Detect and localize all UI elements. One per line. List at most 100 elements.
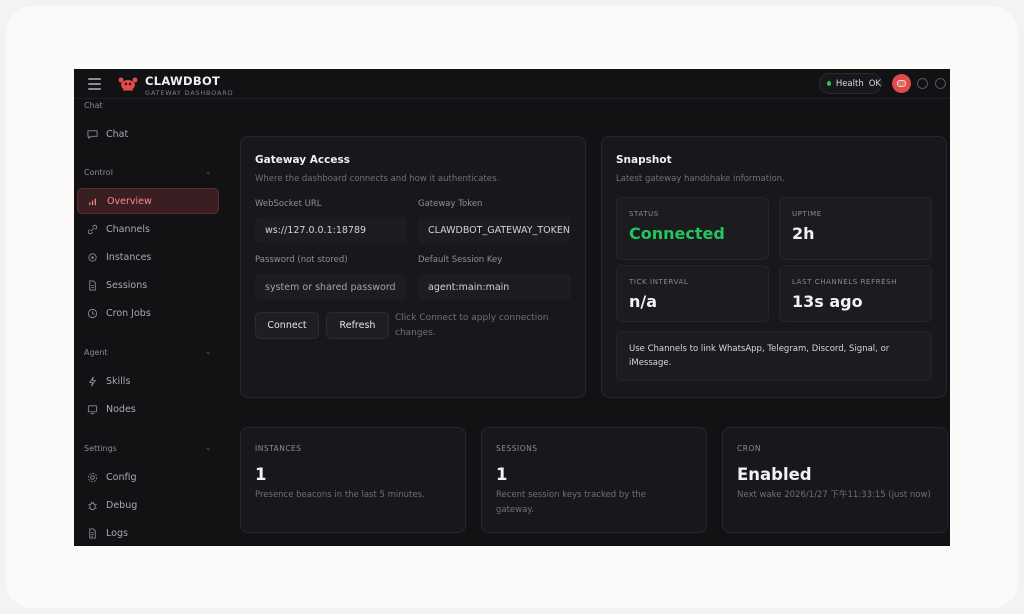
channels-refresh-value: 13s ago [792,292,863,311]
sidebar-item-overview[interactable]: Overview [77,188,219,214]
app-window: CLAWDBOT GATEWAY DASHBOARD Health OK Cha… [74,69,950,546]
channels-note: Use Channels to link WhatsApp, Telegram,… [616,331,932,381]
chevron-down-icon[interactable]: ⌄ [205,347,212,356]
tick-interval-card: TICK INTERVAL n/a [616,265,769,322]
radio-icon [88,252,97,262]
status-value: Connected [629,224,725,243]
sidebar-item-channels[interactable]: Channels [77,216,219,242]
menu-icon[interactable] [88,78,101,90]
connect-button[interactable]: Connect [255,312,319,339]
websocket-url-input[interactable]: ws://127.0.0.1:18789 [255,217,407,243]
sessions-card: SESSIONS 1 Recent session keys tracked b… [481,427,707,533]
stat-label: TICK INTERVAL [629,278,689,286]
crab-logo-icon [118,77,138,91]
metric-label: CRON [737,444,761,453]
sidebar-item-label: Config [106,471,137,483]
sidebar-item-label: Instances [106,251,152,263]
sidebar-item-label: Logs [106,527,128,539]
gateway-access-panel: Gateway Access Where the dashboard conne… [240,136,586,398]
monitor-icon [87,404,98,414]
link-icon [87,224,98,234]
metric-value: 1 [496,465,508,484]
sidebar-item-label: Overview [107,195,152,207]
password-input[interactable]: system or shared password [255,274,407,300]
sidebar-item-cron-jobs[interactable]: Cron Jobs [77,300,219,326]
stat-label: STATUS [629,210,659,218]
chat-bubble-icon [87,129,98,139]
metric-description: Presence beacons in the last 5 minutes. [255,490,425,500]
bug-icon [88,501,97,510]
sidebar-item-skills[interactable]: Skills [77,368,219,394]
sidebar-item-debug[interactable]: Debug [77,492,219,518]
refresh-icon[interactable] [935,78,946,89]
app-title: CLAWDBOT [145,74,221,88]
stat-label: UPTIME [792,210,822,218]
health-value: OK [868,78,881,89]
stat-label: LAST CHANNELS REFRESH [792,278,898,286]
cron-card: CRON Enabled Next wake 2026/1/27 下午11:33… [722,427,948,533]
sidebar-item-label: Cron Jobs [106,307,151,319]
bar-chart-icon [89,198,96,205]
instances-card: INSTANCES 1 Presence beacons in the last… [240,427,466,533]
snapshot-panel: Snapshot Latest gateway handshake inform… [601,136,947,398]
sidebar-item-label: Sessions [106,279,148,291]
gear-icon [87,472,98,482]
main-content: Gateway Access Where the dashboard conne… [226,99,950,546]
sidebar-group-settings: Settings [84,444,117,453]
screenshot-frame: CLAWDBOT GATEWAY DASHBOARD Health OK Cha… [0,0,1024,614]
metric-label: INSTANCES [255,444,302,453]
status-card: STATUS Connected [616,197,769,260]
uptime-value: 2h [792,224,815,243]
metric-value: 1 [255,465,267,484]
gateway-token-input[interactable]: CLAWDBOT_GATEWAY_TOKEN [418,217,571,243]
channels-refresh-card: LAST CHANNELS REFRESH 13s ago [779,265,932,322]
sidebar-group-control: Control [84,168,113,177]
health-label: Health [835,78,864,89]
gateway-token-label: Gateway Token [418,199,483,209]
metric-value: Enabled [737,465,812,484]
file-text-icon [89,527,96,539]
sidebar-item-logs[interactable]: Logs [77,520,219,546]
panel-subtitle: Where the dashboard connects and how it … [255,174,500,184]
sidebar-group-agent: Agent [84,348,108,357]
session-key-input[interactable]: agent:main:main [418,274,571,300]
theme-icon[interactable] [917,78,928,89]
sidebar-item-config[interactable]: Config [77,464,219,490]
metric-description: Recent session keys tracked by the gatew… [496,490,646,515]
document-icon [89,279,96,291]
sidebar-item-label: Chat [106,128,129,140]
app-subtitle: GATEWAY DASHBOARD [145,89,234,97]
panel-title: Gateway Access [255,154,351,166]
sidebar-group-chat: Chat [84,101,103,110]
websocket-url-label: WebSocket URL [255,199,322,209]
panel-title: Snapshot [616,154,672,166]
avatar-icon [897,80,906,87]
password-label: Password (not stored) [255,255,348,265]
uptime-card: UPTIME 2h [779,197,932,260]
sidebar-item-nodes[interactable]: Nodes [77,396,219,422]
panel-subtitle: Latest gateway handshake information. [616,174,785,184]
refresh-button[interactable]: Refresh [326,312,389,339]
topbar: CLAWDBOT GATEWAY DASHBOARD Health OK [74,69,950,99]
sidebar-item-label: Debug [106,499,138,511]
sidebar: Chat Chat Control ⌄ Overview Channels In… [74,99,226,546]
sidebar-item-instances[interactable]: Instances [77,244,219,270]
lightning-icon [88,376,97,386]
metric-label: SESSIONS [496,444,538,453]
health-dot-icon [827,81,831,86]
sidebar-item-label: Channels [106,223,150,235]
chevron-down-icon[interactable]: ⌄ [205,167,212,176]
clock-icon [87,308,98,318]
chevron-down-icon[interactable]: ⌄ [205,443,212,452]
sidebar-item-chat[interactable]: Chat [77,121,219,147]
avatar[interactable] [892,74,911,93]
brand: CLAWDBOT GATEWAY DASHBOARD [145,74,233,97]
session-key-label: Default Session Key [418,255,503,265]
sidebar-item-sessions[interactable]: Sessions [77,272,219,298]
sidebar-item-label: Skills [106,375,131,387]
tick-interval-value: n/a [629,292,658,311]
metric-description: Next wake 2026/1/27 下午11:33:15 (just now… [737,490,931,500]
sidebar-item-label: Nodes [106,403,136,415]
connect-hint: Click Connect to apply connection change… [395,313,549,338]
health-badge: Health OK [819,73,882,94]
